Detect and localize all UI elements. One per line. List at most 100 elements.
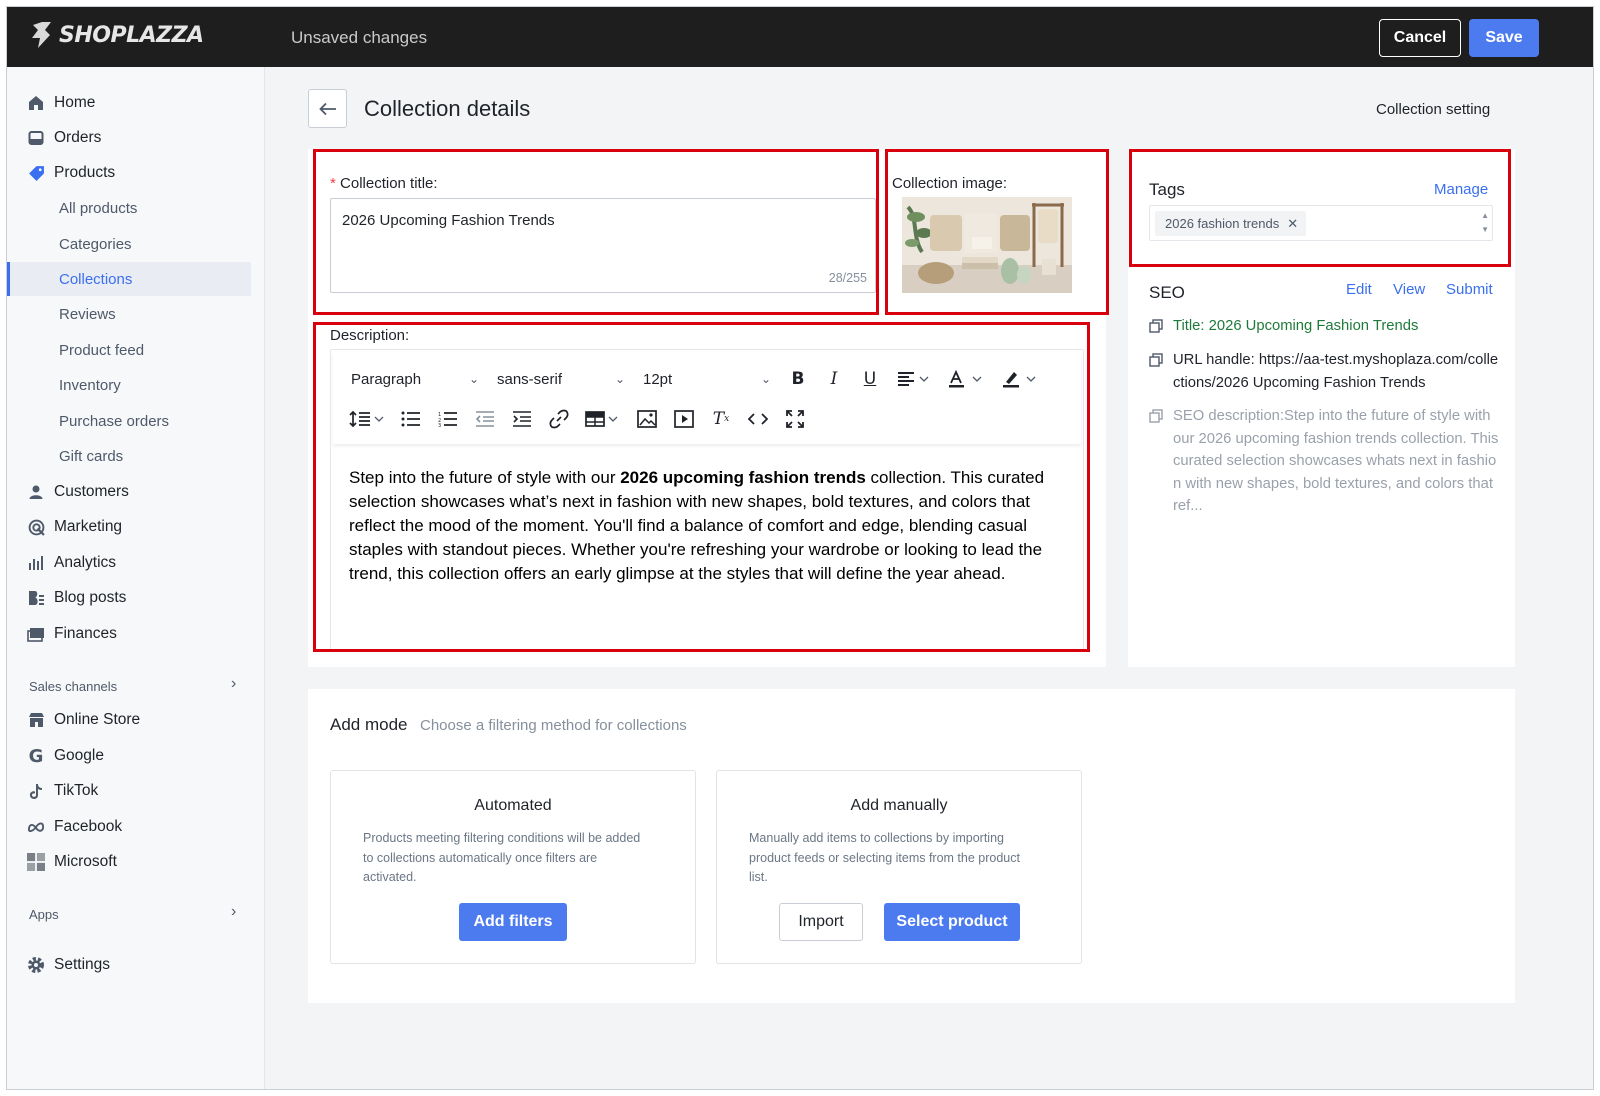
numbered-list-icon[interactable]: 123	[437, 408, 459, 430]
sidebar-item-collections[interactable]: Collections	[7, 262, 251, 296]
copy-icon[interactable]	[1149, 319, 1163, 333]
sidebar-item-customers[interactable]: Customers	[7, 475, 265, 509]
fashion-photo	[902, 197, 1072, 293]
sidebar-item-online-store[interactable]: Online Store	[7, 703, 265, 737]
add-mode-label: Add mode	[330, 715, 408, 734]
sidebar-item-facebook[interactable]: Facebook	[7, 810, 265, 844]
blog-icon	[27, 589, 45, 607]
align-icon[interactable]	[895, 368, 933, 390]
seo-title-row: Title: 2026 Upcoming Fashion Trends	[1149, 315, 1499, 338]
collection-title-input[interactable]: 2026 Upcoming Fashion Trends 28/255	[330, 198, 876, 293]
automated-option-card[interactable]: Automated Products meeting filtering con…	[330, 770, 696, 964]
sidebar-item-categories[interactable]: Categories	[7, 227, 265, 261]
sidebar-item-analytics[interactable]: Analytics	[7, 546, 265, 580]
import-button[interactable]: Import	[779, 903, 863, 941]
description-content[interactable]: Step into the future of style with our 2…	[349, 466, 1069, 586]
tags-input[interactable]: 2026 fashion trends ✕ ▲ ▼	[1149, 205, 1493, 241]
sidebar-item-reviews[interactable]: Reviews	[7, 297, 265, 331]
sidebar-item-label: Products	[54, 164, 116, 181]
bold-icon[interactable]: B	[787, 368, 809, 390]
sidebar-item-settings[interactable]: Settings	[7, 948, 265, 982]
sidebar-item-label: Product feed	[59, 341, 145, 359]
apps-heading: Apps	[29, 907, 59, 922]
sidebar-item-finances[interactable]: Finances	[7, 617, 265, 651]
sidebar-item-label: Facebook	[54, 818, 123, 835]
copy-icon[interactable]	[1149, 409, 1163, 423]
clear-formatting-icon[interactable]: Tx	[710, 408, 732, 430]
sidebar-item-label: Reviews	[59, 305, 116, 323]
text-color-icon[interactable]	[947, 368, 987, 390]
brand-name: SHOPLAZZA	[59, 22, 204, 48]
manage-tags-link[interactable]: Manage	[1434, 181, 1488, 198]
sidebar-item-label: Google	[54, 747, 104, 764]
arrow-left-icon	[318, 102, 336, 115]
sidebar-item-label: Marketing	[54, 518, 123, 535]
sidebar-item-inventory[interactable]: Inventory	[7, 368, 265, 402]
page-title: Collection details	[364, 96, 531, 121]
home-icon	[27, 94, 45, 112]
add-filters-button[interactable]: Add filters	[459, 903, 567, 941]
cancel-button[interactable]: Cancel	[1379, 19, 1461, 57]
collection-image-label: Collection image:	[892, 175, 1007, 192]
bullet-list-icon[interactable]	[400, 408, 422, 430]
close-icon[interactable]: ✕	[1287, 216, 1298, 232]
sidebar-item-label: Analytics	[54, 554, 117, 571]
chevron-down-icon: ⌄	[468, 372, 479, 386]
sidebar-item-marketing[interactable]: Marketing	[7, 510, 265, 544]
manual-option-card[interactable]: Add manually Manually add items to colle…	[716, 770, 1082, 964]
seo-view-link[interactable]: View	[1393, 281, 1425, 298]
link-icon[interactable]	[548, 408, 570, 430]
table-icon[interactable]	[585, 408, 621, 430]
collection-title-value: 2026 Upcoming Fashion Trends	[342, 212, 555, 229]
image-icon[interactable]	[636, 408, 658, 430]
sidebar-item-blog-posts[interactable]: Blog posts	[7, 581, 265, 615]
seo-edit-link[interactable]: Edit	[1346, 281, 1372, 298]
tag-icon	[27, 164, 45, 182]
code-icon[interactable]	[747, 408, 769, 430]
sidebar-item-google[interactable]: G Google	[7, 739, 265, 773]
insert-buttons-row: 123 Tx	[349, 408, 806, 430]
font-family-select[interactable]: sans-serif ⌄	[491, 364, 631, 394]
description-label: Description:	[330, 327, 410, 344]
font-size-select[interactable]: 12pt ⌄	[637, 364, 777, 394]
select-product-button[interactable]: Select product	[884, 903, 1020, 941]
collection-image-thumbnail[interactable]	[902, 197, 1072, 293]
back-button[interactable]	[308, 89, 347, 128]
sidebar-item-orders[interactable]: Orders	[7, 121, 265, 155]
tags-scroll-arrows[interactable]: ▲ ▼	[1481, 209, 1489, 237]
automated-description: Products meeting filtering conditions wi…	[363, 831, 641, 884]
collection-setting-link[interactable]: Collection setting	[1376, 101, 1490, 118]
copy-icon[interactable]	[1149, 353, 1163, 367]
sidebar-item-product-feed[interactable]: Product feed	[7, 333, 265, 367]
svg-text:3: 3	[438, 423, 441, 427]
chevron-right-icon[interactable]: ›	[231, 903, 236, 921]
sidebar-item-gift-cards[interactable]: Gift cards	[7, 439, 265, 473]
sidebar-item-purchase-orders[interactable]: Purchase orders	[7, 404, 265, 438]
sidebar-item-label: Customers	[54, 483, 129, 500]
indent-icon[interactable]	[511, 408, 533, 430]
sidebar-item-home[interactable]: Home	[7, 86, 265, 120]
store-icon	[27, 711, 45, 729]
sidebar-item-tiktok[interactable]: TikTok	[7, 774, 265, 808]
italic-icon[interactable]: I	[823, 368, 845, 390]
sidebar-item-label: Categories	[59, 235, 132, 253]
sidebar-item-microsoft[interactable]: Microsoft	[7, 845, 265, 879]
fullscreen-icon[interactable]	[784, 408, 806, 430]
sales-channels-heading: Sales channels	[29, 679, 118, 694]
underline-icon[interactable]: U	[859, 368, 881, 390]
sidebar-item-products[interactable]: Products	[7, 156, 265, 190]
highlight-color-icon[interactable]	[1001, 368, 1041, 390]
line-height-icon[interactable]	[349, 408, 385, 430]
save-button[interactable]: Save	[1469, 19, 1539, 57]
video-icon[interactable]	[673, 408, 695, 430]
seo-description-row: SEO description:Step into the future of …	[1149, 405, 1499, 518]
seo-submit-link[interactable]: Submit	[1446, 281, 1493, 298]
chevron-right-icon[interactable]: ›	[231, 675, 236, 693]
sidebar-item-all-products[interactable]: All products	[7, 191, 265, 225]
block-format-select[interactable]: Paragraph ⌄	[345, 364, 485, 394]
app-window: SHOPLAZZA Unsaved changes Cancel Save Ho…	[6, 6, 1594, 1090]
shoplazza-logo-icon	[32, 22, 51, 48]
outdent-icon[interactable]	[474, 408, 496, 430]
sidebar-item-label: TikTok	[54, 782, 99, 799]
block-format-value: Paragraph	[351, 370, 422, 388]
